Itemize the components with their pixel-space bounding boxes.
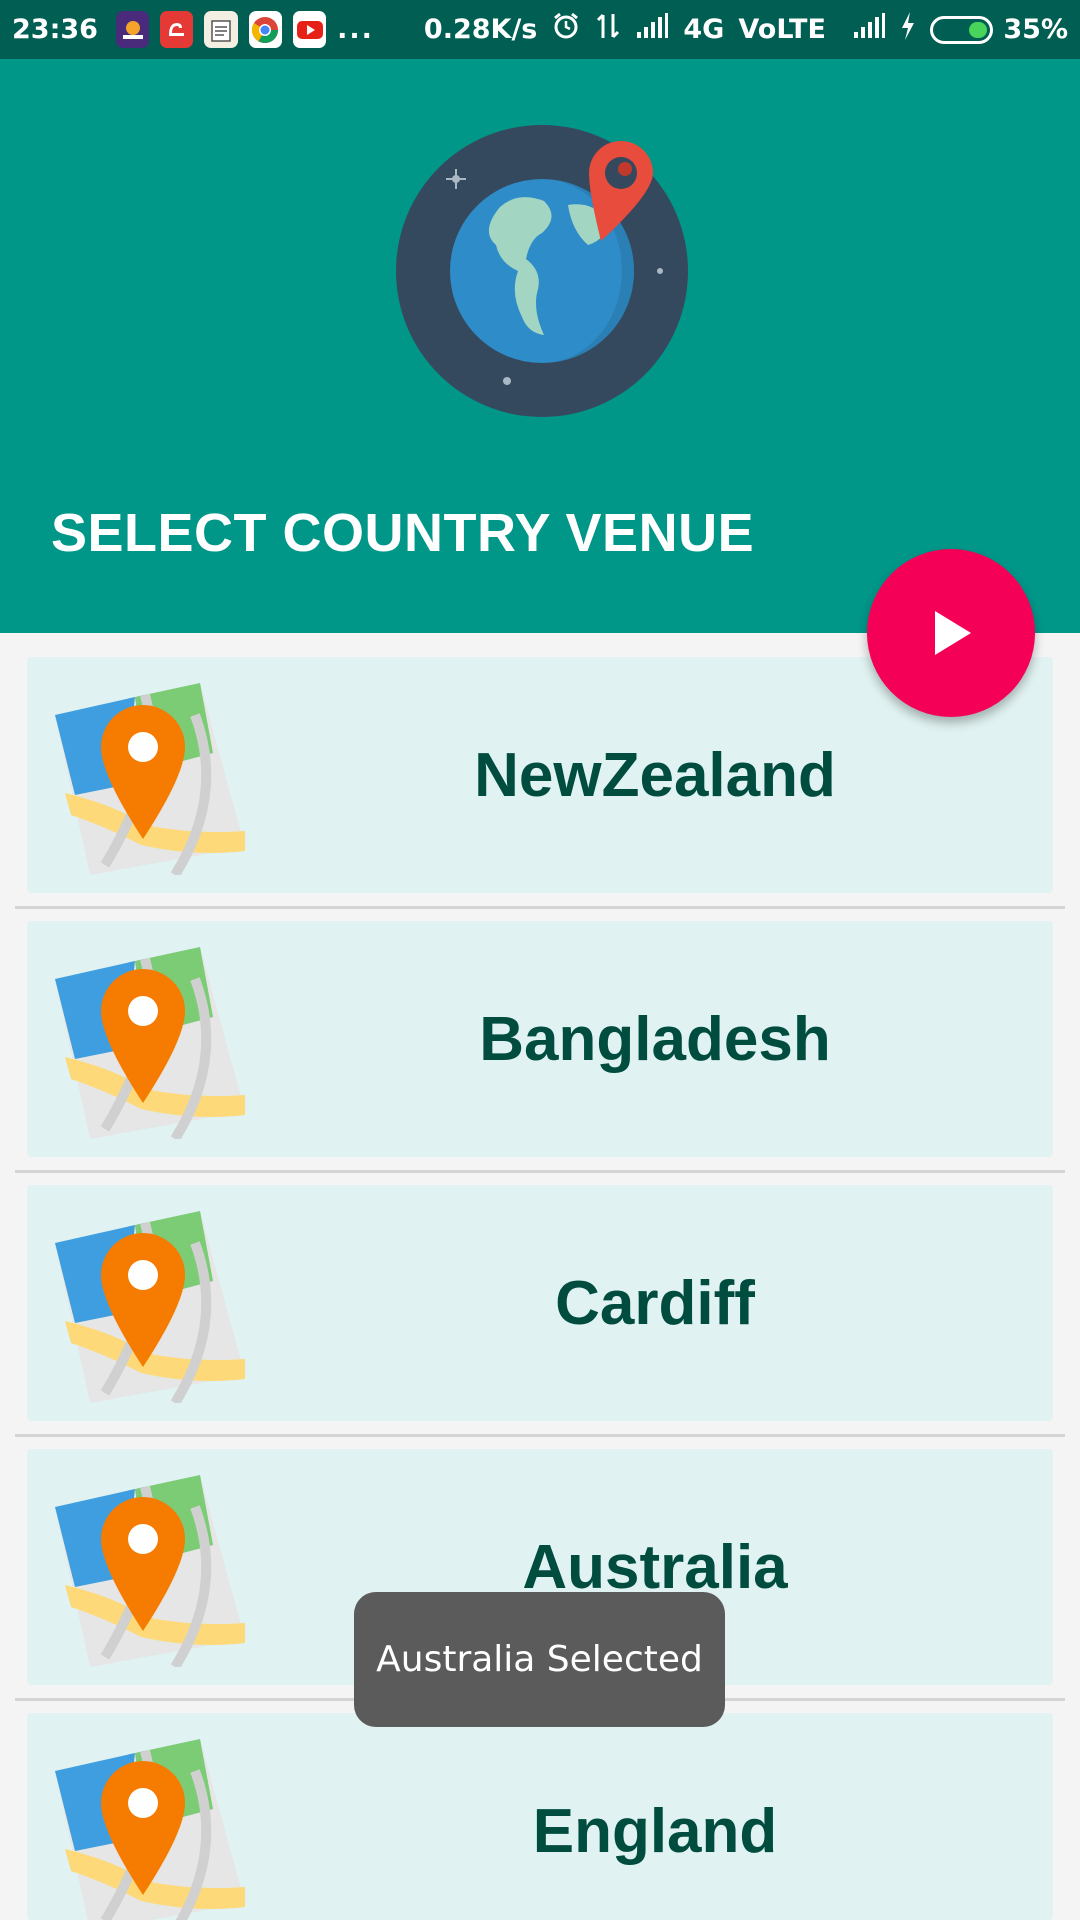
map-pin-icon xyxy=(45,1467,245,1670)
globe-location-icon xyxy=(392,121,692,421)
map-pin-icon xyxy=(45,1203,245,1406)
status-time: 23:36 xyxy=(12,14,98,45)
battery-icon xyxy=(929,15,994,44)
play-button[interactable] xyxy=(867,549,1035,717)
charging-icon xyxy=(900,11,916,48)
map-pin-icon xyxy=(45,675,245,878)
network-speed: 0.28K/s xyxy=(423,14,538,45)
venue-item-england[interactable]: England xyxy=(27,1713,1053,1920)
toast-message: Australia Selected xyxy=(354,1592,725,1727)
volte-label: VoLTE xyxy=(738,14,826,45)
page-title: SELECT COUNTRY VENUE xyxy=(51,503,755,563)
venue-name: Cardiff xyxy=(555,1268,755,1338)
data-transfer-icon xyxy=(595,11,621,48)
battery-percent: 35% xyxy=(1003,14,1069,45)
venue-item-bangladesh[interactable]: Bangladesh xyxy=(27,921,1053,1157)
venue-item-cardiff[interactable]: Cardiff xyxy=(27,1185,1053,1421)
map-pin-icon xyxy=(45,939,245,1142)
divider xyxy=(15,1434,1065,1437)
alarm-icon xyxy=(551,11,581,48)
venue-name: England xyxy=(532,1796,778,1866)
play-icon xyxy=(935,611,971,655)
josh-app-icon xyxy=(115,11,150,48)
battery-level xyxy=(968,21,988,38)
venue-name: Bangladesh xyxy=(479,1004,831,1074)
network-type: 4G xyxy=(683,14,725,45)
app-header: SELECT COUNTRY VENUE xyxy=(0,59,1080,633)
signal-icon xyxy=(635,12,669,47)
signal-icon-2 xyxy=(852,12,886,47)
youtube-icon xyxy=(292,11,327,48)
fitness-app-icon xyxy=(160,11,194,48)
divider xyxy=(15,1170,1065,1173)
divider xyxy=(15,906,1065,909)
chrome-icon xyxy=(248,11,282,48)
notes-app-icon xyxy=(204,11,238,48)
status-overflow: ... xyxy=(337,14,374,45)
map-pin-icon xyxy=(45,1731,245,1920)
status-bar: 23:36 ... 0.28K/s 4G VoLTE 35% xyxy=(0,0,1080,59)
